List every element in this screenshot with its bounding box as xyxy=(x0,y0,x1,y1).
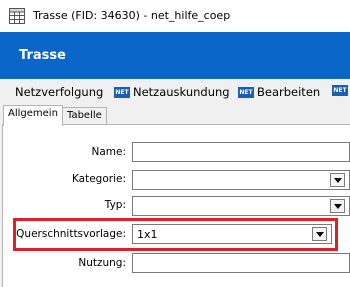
netzverfolgung-button[interactable]: Netzverfolgung xyxy=(15,85,103,99)
window-title: Trasse (FID: 34630) - net_hilfe_coep xyxy=(33,9,231,22)
bearbeiten-label: Bearbeiten xyxy=(257,85,321,99)
action-bar: Netzverfolgung NET Netzauskundung NET Be… xyxy=(0,79,350,105)
chevron-down-icon[interactable] xyxy=(330,173,345,187)
netzauskundung-button[interactable]: NET Netzauskundung xyxy=(114,85,230,99)
net-icon: NET xyxy=(332,85,348,96)
net-icon: NET xyxy=(238,86,254,98)
chevron-down-icon[interactable] xyxy=(330,199,345,213)
tab-allgemein[interactable]: Allgemein xyxy=(3,105,63,126)
nutzung-field[interactable] xyxy=(132,253,350,273)
nutzung-label: Nutzung: xyxy=(78,257,126,269)
netzverfolgung-label: Netzverfolgung xyxy=(15,85,104,99)
feature-header: Trasse xyxy=(0,32,350,79)
name-field[interactable] xyxy=(132,142,350,162)
typ-label: Typ: xyxy=(104,199,126,211)
kategorie-dropdown[interactable] xyxy=(132,170,350,190)
netzauskundung-label: Netzauskundung xyxy=(133,85,230,99)
feature-title: Trasse xyxy=(19,48,66,63)
net-icon: NET xyxy=(114,86,130,98)
tab-strip: Allgemein Tabelle xyxy=(0,105,350,126)
highlight-frame xyxy=(13,218,338,251)
bearbeiten-button[interactable]: NET Bearbeiten xyxy=(238,85,320,99)
window-titlebar: Trasse (FID: 34630) - net_hilfe_coep xyxy=(0,0,350,32)
overflow-action-button[interactable]: NET xyxy=(332,85,350,96)
table-icon xyxy=(9,8,25,24)
name-label: Name: xyxy=(91,146,126,158)
tab-tabelle[interactable]: Tabelle xyxy=(62,107,107,125)
typ-dropdown[interactable] xyxy=(132,196,350,216)
kategorie-label: Kategorie: xyxy=(71,173,126,185)
